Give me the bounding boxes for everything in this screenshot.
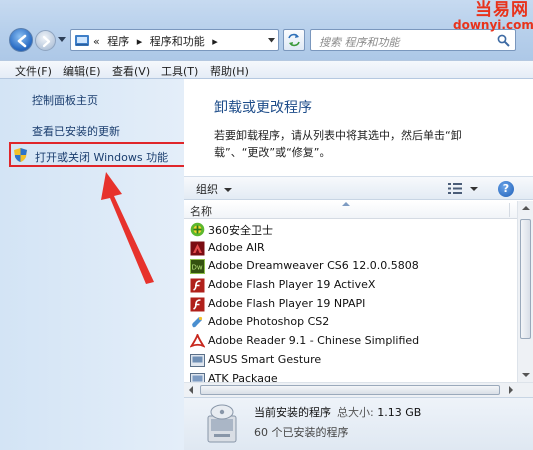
refresh-icon bbox=[288, 33, 300, 47]
watermark-logo: 当易网 downyi.com bbox=[453, 0, 533, 35]
total-size-label: 总大小: bbox=[337, 406, 374, 419]
scroll-thumb[interactable] bbox=[200, 385, 500, 395]
menu-view[interactable]: 查看(V) bbox=[112, 63, 150, 79]
page-description: 若要卸载程序，请从列表中将其选中，然后单击“卸载”、“更改”或“修复”。 bbox=[214, 129, 462, 159]
column-name-label: 名称 bbox=[190, 205, 212, 218]
menu-edit[interactable]: 编辑(E) bbox=[63, 63, 101, 79]
program-name: Adobe Photoshop CS2 bbox=[208, 315, 330, 329]
adobe-air-icon bbox=[190, 241, 205, 256]
help-icon[interactable]: ? bbox=[498, 181, 514, 197]
list-item[interactable]: Adobe Flash Player 19 NPAPI bbox=[184, 295, 517, 314]
refresh-button[interactable] bbox=[283, 29, 305, 51]
flash-icon bbox=[190, 278, 205, 293]
sort-ascending-icon bbox=[342, 202, 350, 206]
program-name: Adobe Reader 9.1 - Chinese Simplified bbox=[208, 334, 420, 348]
program-name: Adobe Flash Player 19 ActiveX bbox=[208, 278, 376, 292]
installed-programs-icon bbox=[207, 404, 237, 443]
breadcrumb-item-programs[interactable]: 程序 bbox=[107, 35, 129, 48]
details-title: 当前安装的程序 bbox=[254, 406, 331, 419]
search-placeholder: 搜索 程序和功能 bbox=[319, 36, 400, 49]
watermark-text: 当易网 bbox=[475, 0, 529, 20]
view-installed-updates-link[interactable]: 查看已安装的更新 bbox=[32, 123, 120, 139]
forward-button[interactable] bbox=[35, 30, 56, 51]
program-name: Adobe Flash Player 19 NPAPI bbox=[208, 296, 366, 310]
menu-tools[interactable]: 工具(T) bbox=[161, 63, 198, 79]
breadcrumb-separator[interactable]: ▸ bbox=[137, 35, 143, 48]
watermark-domain: downyi.com bbox=[453, 18, 533, 32]
arrow-right-icon bbox=[42, 35, 51, 48]
list-item[interactable]: Dw Adobe Dreamweaver CS6 12.0.0.5808 bbox=[184, 257, 517, 276]
scroll-thumb[interactable] bbox=[520, 219, 531, 339]
list-item[interactable]: 360安全卫士 bbox=[184, 220, 517, 239]
back-button[interactable] bbox=[9, 28, 33, 52]
windows-features-link[interactable]: 打开或关闭 Windows 功能 bbox=[9, 142, 186, 167]
menu-file[interactable]: 文件(F) bbox=[15, 63, 52, 79]
windows-features-label: 打开或关闭 Windows 功能 bbox=[35, 151, 169, 164]
breadcrumb: « 程序 ▸ 程序和功能 ▸ bbox=[93, 33, 222, 49]
column-divider[interactable] bbox=[509, 203, 510, 217]
list-item[interactable]: Adobe Reader 9.1 - Chinese Simplified bbox=[184, 332, 517, 351]
view-dropdown-icon[interactable] bbox=[470, 187, 478, 191]
view-options-icon[interactable] bbox=[448, 183, 462, 194]
organize-label: 组织 bbox=[196, 183, 218, 196]
scroll-down-icon[interactable] bbox=[522, 373, 530, 377]
360-icon bbox=[190, 222, 205, 237]
list-item[interactable]: Adobe AIR bbox=[184, 239, 517, 258]
atk-icon bbox=[190, 372, 205, 382]
flash-icon bbox=[190, 297, 205, 312]
page-title: 卸载或更改程序 bbox=[214, 100, 312, 116]
recent-pages-dropdown-icon[interactable] bbox=[58, 37, 66, 43]
menu-bar: 文件(F) 编辑(E) 查看(V) 工具(T) 帮助(H) bbox=[0, 60, 533, 79]
installed-programs-summary: 当前安装的程序 总大小: 1.13 GB bbox=[254, 404, 421, 420]
program-name: ATK Package bbox=[208, 371, 278, 383]
column-header-name[interactable]: 名称 bbox=[184, 201, 517, 219]
chevron-down-icon bbox=[224, 188, 232, 192]
breadcrumb-separator[interactable]: ▸ bbox=[212, 35, 218, 48]
list-item[interactable]: ASUS Smart Gesture bbox=[184, 351, 517, 370]
control-panel-home-link[interactable]: 控制面板主页 bbox=[32, 92, 98, 108]
dreamweaver-icon: Dw bbox=[190, 259, 205, 275]
search-icon[interactable] bbox=[497, 34, 510, 47]
list-item[interactable]: Adobe Flash Player 19 ActiveX bbox=[184, 276, 517, 295]
svg-text:Dw: Dw bbox=[192, 264, 203, 272]
command-bar: 组织 ? bbox=[184, 176, 533, 200]
scroll-right-icon[interactable] bbox=[509, 386, 513, 394]
menu-help[interactable]: 帮助(H) bbox=[210, 63, 249, 79]
details-pane: 当前安装的程序 总大小: 1.13 GB 60 个已安装的程序 bbox=[184, 397, 533, 450]
program-name: Adobe Dreamweaver CS6 12.0.0.5808 bbox=[208, 259, 419, 273]
programs-list: 360安全卫士 Adobe AIR Dw Adobe Dreamweaver C… bbox=[184, 220, 517, 382]
address-dropdown-icon[interactable] bbox=[268, 38, 275, 43]
installed-count: 60 个已安装的程序 bbox=[254, 426, 349, 439]
list-item[interactable]: ATK Package bbox=[184, 370, 517, 383]
asus-icon bbox=[190, 353, 205, 367]
breadcrumb-item-programs-features[interactable]: 程序和功能 bbox=[150, 35, 205, 48]
address-bar-area: « 程序 ▸ 程序和功能 ▸ 搜索 程序和功能 当易网 downyi.com bbox=[0, 0, 533, 60]
breadcrumb-overflow[interactable]: « bbox=[93, 35, 100, 48]
annotation-arrow bbox=[101, 172, 154, 284]
reader-icon bbox=[190, 334, 205, 348]
program-name: 360安全卫士 bbox=[208, 224, 273, 237]
organize-button[interactable]: 组织 bbox=[196, 181, 232, 197]
photoshop-icon bbox=[192, 317, 203, 328]
list-item[interactable]: Adobe Photoshop CS2 bbox=[184, 313, 517, 332]
arrow-left-icon bbox=[17, 34, 27, 48]
program-name: ASUS Smart Gesture bbox=[208, 352, 322, 366]
control-panel-icon bbox=[75, 35, 89, 46]
scroll-up-icon[interactable] bbox=[522, 206, 530, 210]
scroll-left-icon[interactable] bbox=[189, 386, 193, 394]
address-field[interactable]: « 程序 ▸ 程序和功能 ▸ bbox=[70, 29, 279, 51]
horizontal-scrollbar[interactable] bbox=[184, 382, 533, 397]
programs-content: 卸载或更改程序 若要卸载程序，请从列表中将其选中，然后单击“卸载”、“更改”或“… bbox=[184, 79, 533, 450]
total-size-value: 1.13 GB bbox=[377, 406, 422, 419]
program-name: Adobe AIR bbox=[208, 240, 265, 254]
vertical-scrollbar[interactable] bbox=[517, 201, 533, 382]
uac-shield-icon bbox=[14, 148, 27, 162]
